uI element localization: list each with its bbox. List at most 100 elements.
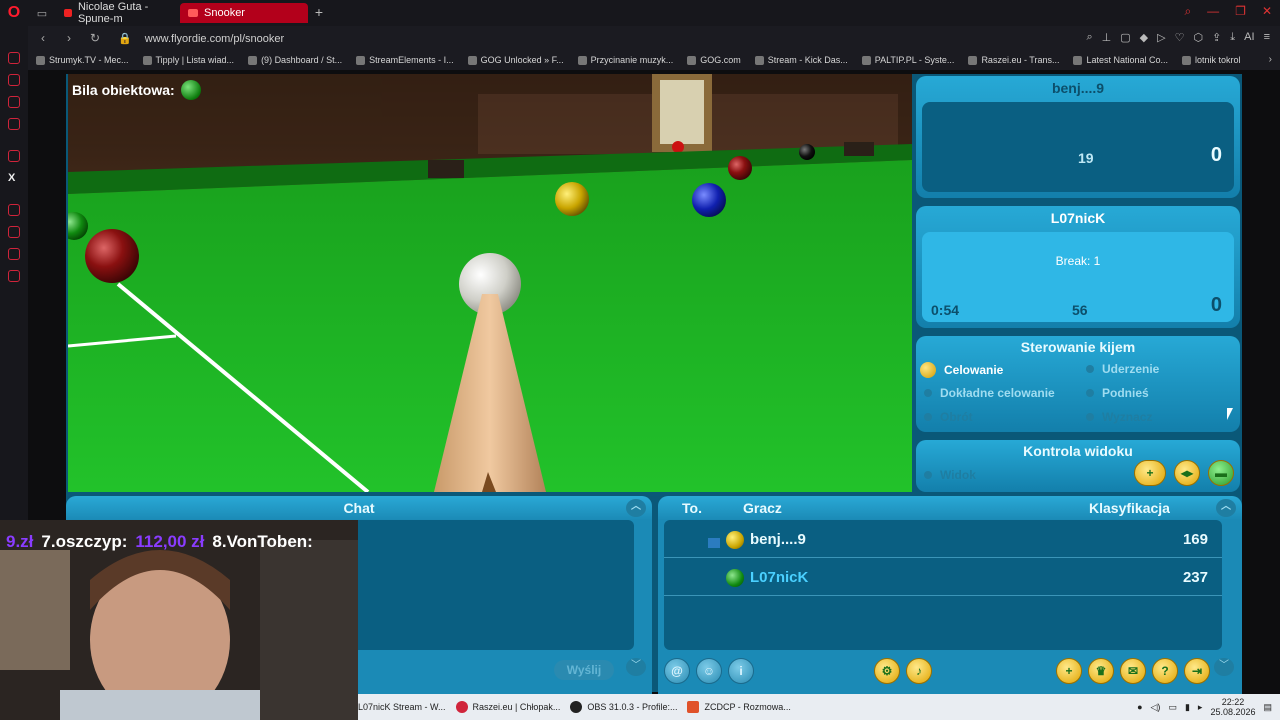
bookmark[interactable]: Tipply | Lista wiad...: [142, 55, 234, 65]
sidebar-mail-icon[interactable]: [8, 118, 20, 130]
tab-nicolae-guta[interactable]: Nicolae Guta - Spune-m: [56, 1, 180, 25]
close-window-button[interactable]: ✕: [1262, 4, 1272, 19]
option-dokladne-celowanie[interactable]: Dokładne celowanie: [924, 386, 1055, 400]
sidebar-settings-icon[interactable]: [8, 270, 20, 282]
taskbar-item[interactable]: OBS 31.0.3 - Profile:...: [570, 701, 677, 713]
bookmark[interactable]: lotnik tokrol: [1182, 55, 1241, 65]
settings-gear-icon[interactable]: ⚙: [874, 658, 900, 684]
tray-arrow-icon[interactable]: ▸: [1198, 702, 1203, 713]
tab-switcher-icon[interactable]: ▭: [28, 7, 56, 20]
profile-icon[interactable]: ☺: [696, 658, 722, 684]
taskbar-item[interactable]: Raszei.eu | Chłopak...: [455, 701, 560, 713]
sidebar-percent-icon[interactable]: [8, 150, 20, 162]
pin-icon[interactable]: ⊥: [1102, 31, 1112, 44]
sidebar-messenger-icon[interactable]: [8, 96, 20, 108]
ranking-collapse-icon[interactable]: ︿: [1216, 499, 1236, 517]
bookmark[interactable]: Strumyk.TV - Mec...: [36, 55, 129, 65]
bookmark[interactable]: PALTIP.PL - Syste...: [861, 55, 954, 65]
option-wyznacz[interactable]: Wyznacz: [1086, 410, 1152, 424]
option-widok[interactable]: Widok: [924, 468, 976, 482]
taskbar-item[interactable]: ZCDCP - Rozmowa...: [687, 701, 791, 713]
top-view-button[interactable]: ▬: [1208, 460, 1234, 486]
tray-app-icon[interactable]: ●: [1137, 702, 1142, 712]
sidebar-chat-icon[interactable]: [8, 248, 20, 260]
table-row[interactable]: L07nicK 237: [664, 560, 1222, 596]
zoom-view-button[interactable]: +: [1134, 460, 1166, 486]
bookmark[interactable]: Latest National Co...: [1073, 55, 1168, 65]
send-button[interactable]: Wyślij: [554, 660, 614, 680]
table-view[interactable]: [68, 74, 912, 492]
info-icon[interactable]: i: [728, 658, 754, 684]
bookmark[interactable]: GOG Unlocked » F...: [467, 55, 564, 65]
bookmark[interactable]: Stream - Kick Das...: [754, 55, 848, 65]
player1-sub-score: 19: [1078, 150, 1094, 166]
chat-scroll-down-icon[interactable]: ﹀: [626, 658, 646, 676]
chat-collapse-icon[interactable]: ︿: [626, 499, 646, 517]
bookmarks-overflow-icon[interactable]: ›: [1269, 54, 1272, 65]
rotate-view-button[interactable]: ◂▸: [1174, 460, 1200, 486]
forward-button[interactable]: ›: [60, 31, 78, 45]
bookmark[interactable]: Przycinanie muzyk...: [577, 55, 673, 65]
bookmark-label: Strumyk.TV - Mec...: [49, 55, 129, 65]
player1-panel: benj....9 19 0: [916, 76, 1240, 198]
network-icon[interactable]: ▭: [1168, 702, 1177, 713]
ai-icon[interactable]: AI: [1244, 31, 1254, 44]
sidebar-ai-icon[interactable]: [8, 52, 20, 64]
reload-button[interactable]: ↻: [86, 31, 104, 45]
option-celowanie[interactable]: Celowanie: [920, 362, 1003, 378]
exit-icon[interactable]: ⇥: [1184, 658, 1210, 684]
option-uderzenie[interactable]: Uderzenie: [1086, 362, 1159, 376]
player1-name: benj....9: [1051, 80, 1105, 96]
object-ball-label: Bila obiektowa:: [72, 82, 175, 98]
download-icon[interactable]: ⤓: [1230, 31, 1235, 44]
menu-icon[interactable]: ≡: [1264, 31, 1270, 44]
shield-icon[interactable]: ◆: [1140, 31, 1148, 44]
option-obrot[interactable]: Obrót: [924, 410, 973, 424]
zoom-icon[interactable]: ⌕: [1086, 31, 1092, 44]
taskbar-item[interactable]: L07nicK Stream - W...: [358, 702, 446, 712]
bookmark[interactable]: StreamElements - I...: [356, 55, 454, 65]
mic-icon[interactable]: ▮: [1185, 702, 1190, 713]
tab-snooker[interactable]: Snooker: [180, 3, 308, 23]
heart-icon[interactable]: ♡: [1175, 31, 1185, 44]
ranking-scroll-down-icon[interactable]: ﹀: [1214, 658, 1234, 676]
browser-tab-bar: O ▭ Nicolae Guta - Spune-m Snooker + ⌕ —…: [0, 0, 1280, 26]
option-podnies[interactable]: Podnieś: [1086, 386, 1149, 400]
system-tray: ● ◁) ▭ ▮ ▸ 22:22 25.08.2026 ▤: [1137, 697, 1272, 717]
play-icon[interactable]: ▷: [1157, 31, 1165, 44]
sound-icon[interactable]: ♪: [906, 658, 932, 684]
new-table-icon[interactable]: +: [1056, 658, 1082, 684]
bookmark-icon: [861, 55, 871, 65]
bookmark-icon: [1073, 55, 1083, 65]
ticker-lead: 9.zł: [6, 532, 34, 551]
sidebar-history-icon[interactable]: [8, 226, 20, 238]
radio-icon: [1086, 365, 1094, 373]
search-icon[interactable]: ⌕: [1184, 4, 1191, 19]
bookmark[interactable]: Raszei.eu - Trans...: [968, 55, 1059, 65]
url-field[interactable]: 🔒 www.flyordie.com/pl/snooker: [118, 32, 284, 45]
back-button[interactable]: ‹: [34, 31, 52, 45]
help-icon[interactable]: ?: [1152, 658, 1178, 684]
share-icon[interactable]: ⇪: [1212, 31, 1221, 44]
snapshot-icon[interactable]: ▢: [1120, 31, 1130, 44]
minimize-button[interactable]: —: [1207, 4, 1219, 19]
clock[interactable]: 22:22 25.08.2026: [1210, 697, 1255, 717]
radio-icon: [924, 413, 932, 421]
volume-icon[interactable]: ◁): [1151, 702, 1161, 713]
maximize-button[interactable]: ❐: [1235, 4, 1246, 19]
bookmark[interactable]: (9) Dashboard / St...: [248, 55, 342, 65]
sidebar-x-icon[interactable]: X: [8, 172, 15, 184]
sidebar-player-icon[interactable]: [8, 204, 20, 216]
chat-bubble-icon[interactable]: ✉: [1120, 658, 1146, 684]
bookmark[interactable]: GOG.com: [687, 55, 741, 65]
invite-icon[interactable]: @: [664, 658, 690, 684]
table-row[interactable]: benj....9 169: [664, 522, 1222, 558]
opera-logo-icon[interactable]: O: [0, 0, 28, 26]
ticker-name: 7.oszczyp:: [41, 532, 128, 551]
extensions-icon[interactable]: ⬡: [1193, 31, 1203, 44]
trophy-icon[interactable]: ♛: [1088, 658, 1114, 684]
new-tab-button[interactable]: +: [310, 4, 328, 22]
donation-ticker: 9.zł 7.oszczyp: 112,00 zł 8.VonToben:: [0, 528, 358, 556]
notification-icon[interactable]: ▤: [1263, 702, 1272, 713]
sidebar-shop-icon[interactable]: [8, 74, 20, 86]
